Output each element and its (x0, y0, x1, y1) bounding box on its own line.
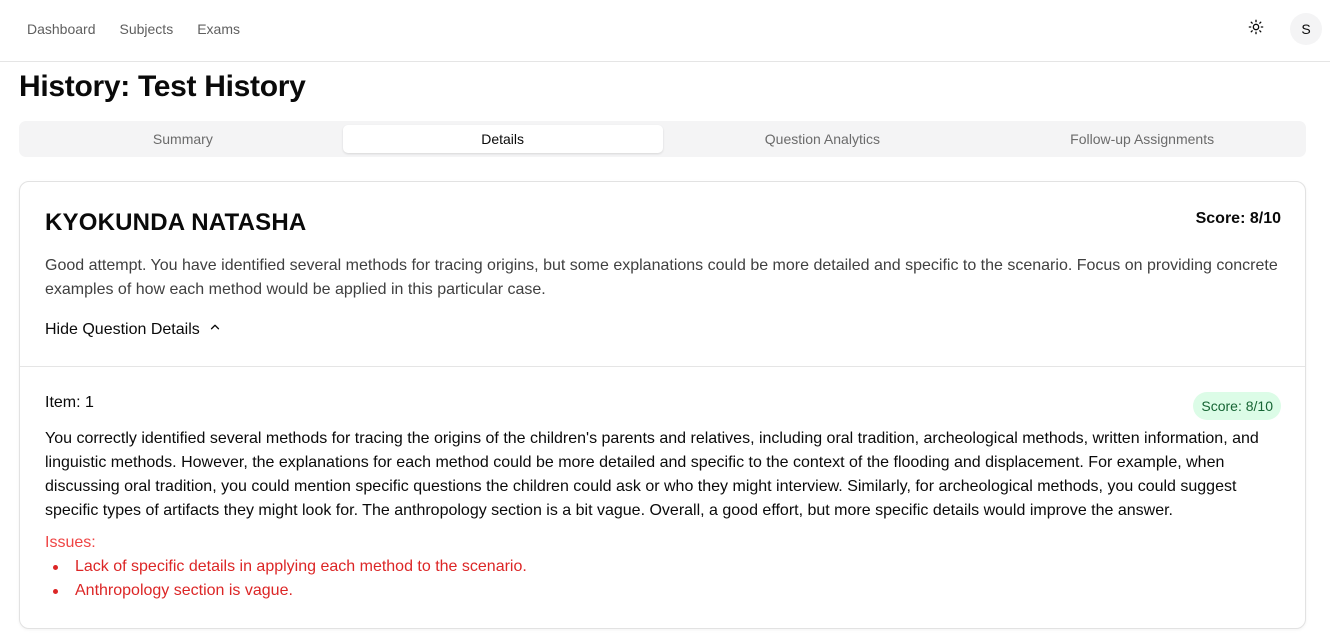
toggle-label: Hide Question Details (45, 320, 200, 338)
divider (20, 366, 1305, 367)
nav-link-subjects[interactable]: Subjects (120, 20, 174, 38)
chevron-up-icon (208, 320, 222, 339)
issue-item: Lack of specific details in applying eac… (45, 555, 527, 579)
user-avatar[interactable]: S (1290, 13, 1322, 45)
student-result-card: KYOKUNDA NATASHA Score: 8/10 Good attemp… (19, 181, 1306, 629)
tab-details[interactable]: Details (342, 125, 663, 153)
tab-follow-up-assignments[interactable]: Follow-up Assignments (982, 125, 1302, 153)
issue-item: Anthropology section is vague. (45, 579, 527, 603)
item-score-badge: Score: 8/10 (1193, 392, 1281, 420)
overall-feedback: Good attempt. You have identified severa… (45, 257, 1278, 298)
nav-link-dashboard[interactable]: Dashboard (27, 20, 96, 38)
main-nav: Dashboard Subjects Exams (27, 20, 240, 38)
sun-icon (1248, 19, 1264, 40)
page-title: History: Test History (19, 70, 306, 103)
item-feedback: You correctly identified several methods… (45, 430, 1259, 519)
tab-summary[interactable]: Summary (23, 125, 343, 153)
issues-list: Lack of specific details in applying eac… (45, 555, 527, 603)
nav-link-exams[interactable]: Exams (197, 20, 240, 38)
total-score: Score: 8/10 (1195, 210, 1281, 227)
issues-title: Issues: (45, 534, 96, 551)
results-tabs: Summary Details Question Analytics Follo… (19, 121, 1306, 157)
top-navigation-bar: Dashboard Subjects Exams S (0, 0, 1330, 62)
tab-question-analytics[interactable]: Question Analytics (663, 125, 983, 153)
item-label: Item: 1 (45, 394, 94, 411)
student-name: KYOKUNDA NATASHA (45, 209, 307, 236)
hide-question-details-button[interactable]: Hide Question Details (45, 320, 222, 339)
theme-toggle-button[interactable] (1240, 13, 1272, 45)
